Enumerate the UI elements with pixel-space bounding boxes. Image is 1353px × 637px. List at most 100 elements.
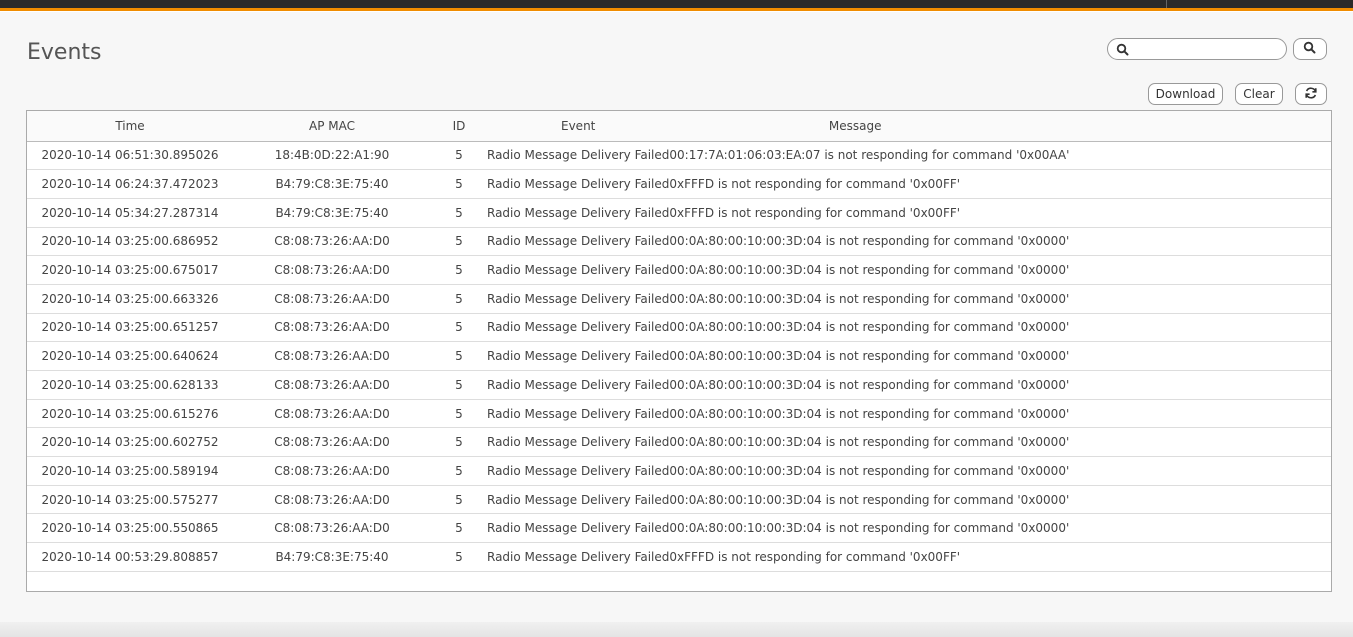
cell-ap-mac: C8:08:73:26:AA:D0 — [233, 341, 431, 371]
table-row[interactable]: 2020-10-14 03:25:00.675017 C8:08:73:26:AA… — [27, 255, 1331, 285]
cell-id: 5 — [431, 141, 487, 171]
cell-ap-mac: C8:08:73:26:AA:D0 — [233, 427, 431, 458]
cell-ap-mac: B4:79:C8:3E:75:40 — [233, 198, 431, 228]
cell-time: 2020-10-14 06:51:30.895026 — [27, 141, 233, 171]
top-bar-divider — [1166, 0, 1167, 8]
cell-id: 5 — [431, 456, 487, 486]
cell-time: 2020-10-14 05:34:27.287314 — [27, 198, 233, 228]
events-table-container[interactable]: Time AP MAC ID Event Message 2020-10-14 … — [26, 110, 1332, 592]
top-bar — [0, 0, 1353, 12]
cell-message: 0xFFFD is not responding for command '0x… — [669, 198, 1331, 228]
cell-event: Radio Message Delivery Failed — [487, 456, 670, 486]
cell-message: 00:0A:80:00:10:00:3D:04 is not respondin… — [669, 399, 1331, 429]
cell-message: 00:17:7A:01:06:03:EA:07 is not respondin… — [669, 141, 1331, 171]
cell-message: 00:0A:80:00:10:00:3D:04 is not respondin… — [669, 313, 1331, 343]
cell-id: 5 — [431, 169, 487, 199]
cell-time: 2020-10-14 03:25:00.651257 — [27, 313, 233, 343]
top-bar-accent-line — [0, 8, 1353, 11]
cell-ap-mac: C8:08:73:26:AA:D0 — [233, 313, 431, 343]
table-header-row: Time AP MAC ID Event Message — [27, 111, 1331, 142]
cell-ap-mac: B4:79:C8:3E:75:40 — [233, 542, 431, 572]
search-button[interactable] — [1293, 38, 1327, 60]
table-row[interactable]: 2020-10-14 06:51:30.895026 18:4B:0D:22:A1… — [27, 141, 1331, 171]
table-row[interactable]: 2020-10-14 03:25:00.663326 C8:08:73:26:AA… — [27, 284, 1331, 314]
table-row[interactable]: 2020-10-14 03:25:00.640624 C8:08:73:26:AA… — [27, 341, 1331, 371]
table-row[interactable]: 2020-10-14 03:25:00.628133 C8:08:73:26:AA… — [27, 370, 1331, 400]
cell-time: 2020-10-14 03:25:00.686952 — [27, 227, 233, 257]
cell-time: 2020-10-14 03:25:00.615276 — [27, 399, 233, 429]
cell-time: 2020-10-14 03:25:00.628133 — [27, 370, 233, 400]
table-row[interactable]: 2020-10-14 03:25:00.686952 C8:08:73:26:AA… — [27, 227, 1331, 257]
cell-event: Radio Message Delivery Failed — [487, 485, 670, 515]
column-header-event[interactable]: Event — [487, 111, 670, 142]
search-icon — [1303, 40, 1317, 59]
cell-message: 00:0A:80:00:10:00:3D:04 is not respondin… — [669, 284, 1331, 314]
cell-message: 00:0A:80:00:10:00:3D:04 is not respondin… — [669, 255, 1331, 285]
refresh-icon — [1304, 86, 1318, 103]
cell-event: Radio Message Delivery Failed — [487, 427, 670, 458]
cell-message: 0xFFFD is not responding for command '0x… — [669, 542, 1331, 572]
cell-message: 0xFFFD is not responding for command '0x… — [669, 169, 1331, 199]
table-row[interactable]: 2020-10-14 03:25:00.550865 C8:08:73:26:AA… — [27, 513, 1331, 544]
cell-id: 5 — [431, 341, 487, 371]
events-panel: Events Download Clear Time AP MAC ID Eve… — [0, 12, 1353, 622]
cell-time: 2020-10-14 03:25:00.663326 — [27, 284, 233, 314]
table-body: 2020-10-14 06:51:30.895026 18:4B:0D:22:A1… — [27, 141, 1331, 572]
cell-id: 5 — [431, 227, 487, 257]
cell-time: 2020-10-14 06:24:37.472023 — [27, 169, 233, 199]
cell-id: 5 — [431, 485, 487, 515]
cell-message: 00:0A:80:00:10:00:3D:04 is not respondin… — [669, 456, 1331, 486]
clear-button[interactable]: Clear — [1235, 83, 1283, 105]
table-row[interactable]: 2020-10-14 00:53:29.808857 B4:79:C8:3E:75… — [27, 542, 1331, 572]
refresh-button[interactable] — [1295, 83, 1327, 105]
cell-event: Radio Message Delivery Failed — [487, 341, 670, 371]
footer-shade — [0, 622, 1353, 637]
cell-ap-mac: C8:08:73:26:AA:D0 — [233, 456, 431, 486]
cell-id: 5 — [431, 399, 487, 429]
cell-time: 2020-10-14 03:25:00.640624 — [27, 341, 233, 371]
cell-id: 5 — [431, 198, 487, 228]
cell-ap-mac: B4:79:C8:3E:75:40 — [233, 169, 431, 199]
table-row[interactable]: 2020-10-14 03:25:00.589194 C8:08:73:26:AA… — [27, 456, 1331, 486]
cell-event: Radio Message Delivery Failed — [487, 284, 670, 314]
cell-ap-mac: C8:08:73:26:AA:D0 — [233, 255, 431, 285]
cell-event: Radio Message Delivery Failed — [487, 169, 670, 199]
search-icon — [1116, 42, 1130, 56]
cell-message: 00:0A:80:00:10:00:3D:04 is not respondin… — [669, 427, 1331, 458]
cell-event: Radio Message Delivery Failed — [487, 313, 670, 343]
table-row[interactable]: 2020-10-14 05:34:27.287314 B4:79:C8:3E:75… — [27, 198, 1331, 228]
cell-message: 00:0A:80:00:10:00:3D:04 is not respondin… — [669, 485, 1331, 515]
cell-time: 2020-10-14 03:25:00.550865 — [27, 513, 233, 544]
cell-time: 2020-10-14 03:25:00.675017 — [27, 255, 233, 285]
download-button[interactable]: Download — [1148, 83, 1223, 105]
cell-ap-mac: C8:08:73:26:AA:D0 — [233, 227, 431, 257]
table-row[interactable]: 2020-10-14 03:25:00.575277 C8:08:73:26:AA… — [27, 485, 1331, 515]
column-header-time[interactable]: Time — [27, 111, 233, 142]
search-input[interactable] — [1134, 41, 1282, 57]
cell-time: 2020-10-14 03:25:00.575277 — [27, 485, 233, 515]
cell-message: 00:0A:80:00:10:00:3D:04 is not respondin… — [669, 341, 1331, 371]
cell-message: 00:0A:80:00:10:00:3D:04 is not respondin… — [669, 513, 1331, 544]
cell-event: Radio Message Delivery Failed — [487, 141, 670, 171]
search-box[interactable] — [1107, 38, 1287, 60]
table-row[interactable]: 2020-10-14 03:25:00.651257 C8:08:73:26:AA… — [27, 313, 1331, 343]
table-row[interactable]: 2020-10-14 03:25:00.602752 C8:08:73:26:AA… — [27, 427, 1331, 458]
cell-event: Radio Message Delivery Failed — [487, 513, 670, 544]
cell-id: 5 — [431, 284, 487, 314]
cell-id: 5 — [431, 313, 487, 343]
column-header-message[interactable]: Message — [669, 111, 1331, 142]
cell-event: Radio Message Delivery Failed — [487, 542, 670, 572]
cell-id: 5 — [431, 513, 487, 544]
cell-event: Radio Message Delivery Failed — [487, 370, 670, 400]
cell-ap-mac: C8:08:73:26:AA:D0 — [233, 485, 431, 515]
cell-ap-mac: 18:4B:0D:22:A1:90 — [233, 141, 431, 171]
table-row[interactable]: 2020-10-14 03:25:00.615276 C8:08:73:26:AA… — [27, 399, 1331, 429]
column-header-ap-mac[interactable]: AP MAC — [233, 111, 431, 142]
column-header-id[interactable]: ID — [431, 111, 487, 142]
cell-event: Radio Message Delivery Failed — [487, 255, 670, 285]
page-title: Events — [27, 40, 102, 65]
table-row[interactable]: 2020-10-14 06:24:37.472023 B4:79:C8:3E:75… — [27, 169, 1331, 199]
events-table: Time AP MAC ID Event Message 2020-10-14 … — [27, 111, 1331, 572]
cell-id: 5 — [431, 427, 487, 458]
cell-event: Radio Message Delivery Failed — [487, 399, 670, 429]
